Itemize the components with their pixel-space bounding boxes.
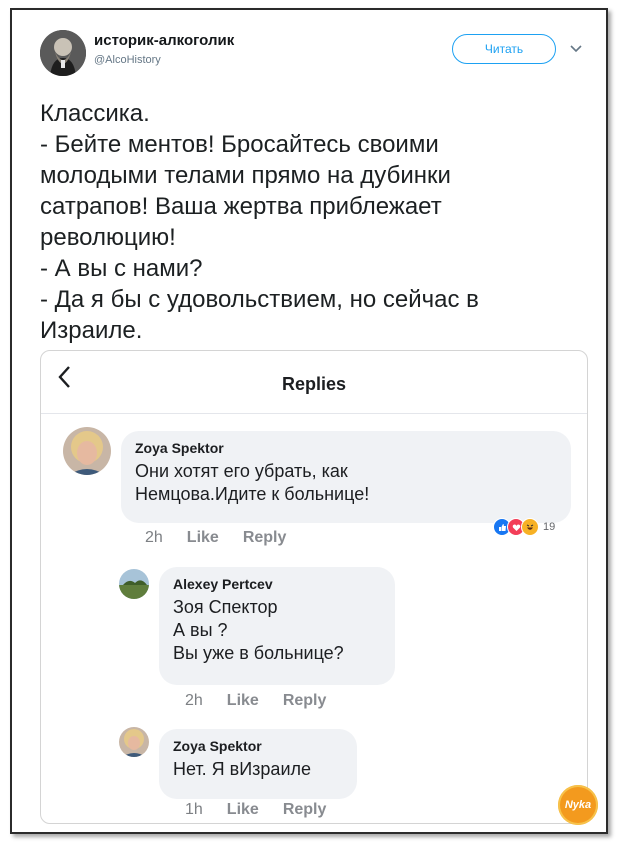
tweet-line: - А вы с нами? [40,255,203,282]
comment-text: Они хотят его убрать, как [135,461,348,481]
comment-text: Вы уже в больнице? [173,643,344,663]
commenter-avatar[interactable] [119,569,149,599]
tweet-line: Классика. [40,100,150,127]
watermark-logo: Nyka [558,785,598,825]
commenter-avatar[interactable] [119,727,149,757]
comment-actions: 1h Like Reply [185,801,326,819]
comment-time: 2h [145,529,163,546]
comment-actions: 2h Like Reply [185,692,326,710]
comment-text: Зоя Спектор [173,597,278,617]
author-handle[interactable]: @AlcoHistory [94,54,161,66]
replies-screenshot: Replies Zoya Spektor Они хотят его убрат… [40,350,588,824]
comment-author[interactable]: Zoya Spektor [135,440,557,456]
comment-time: 2h [185,692,203,709]
reactions-summary[interactable]: 19 [493,518,555,536]
comment-author[interactable]: Alexey Pertcev [173,576,381,592]
reaction-count: 19 [543,521,556,533]
tweet-line: молодыми телами прямо на дубинки [40,162,451,189]
tweet-line: - Да я бы с удовольствием, но сейчас в [40,286,479,313]
reply-button[interactable]: Reply [283,801,327,819]
tweet-card: историк-алкоголик @AlcoHistory Читать Кл… [10,8,608,834]
tweet-line: сатрапов! Ваша жертва приблежает [40,193,442,220]
commenter-avatar[interactable] [63,427,111,475]
follow-button[interactable]: Читать [452,34,556,64]
like-button[interactable]: Like [227,692,259,710]
replies-title: Replies [281,374,347,394]
comment-time: 1h [185,801,203,818]
comment-actions: 2h Like Reply [145,529,286,547]
like-button[interactable]: Like [187,529,219,547]
reply-button[interactable]: Reply [283,692,327,710]
tweet-line: - Бейте ментов! Бросайтесь своими [40,131,439,158]
haha-reaction-icon [521,518,539,536]
like-button[interactable]: Like [227,801,259,819]
author-avatar[interactable] [40,30,86,76]
comment-text: А вы ? [173,620,228,640]
comment-author[interactable]: Zoya Spektor [173,738,343,754]
replies-header: Replies [41,351,587,414]
comment-bubble: Alexey Pertcev Зоя Спектор А вы ? Вы уже… [159,567,395,685]
tweet-text: Классика. - Бейте ментов! Бросайтесь сво… [40,98,600,346]
author-name[interactable]: историк-алкоголик [94,32,234,49]
comment-bubble: Zoya Spektor Нет. Я вИзраиле [159,729,357,799]
tweet-line: революцию! [40,224,176,251]
comment-text: Немцова.Идите к больнице! [135,484,370,504]
chevron-down-icon[interactable] [570,40,582,56]
tweet-line: Израиле. [40,317,143,344]
comment-bubble: Zoya Spektor Они хотят его убрать, как Н… [121,431,571,523]
reply-button[interactable]: Reply [243,529,287,547]
comment-text: Нет. Я вИзраиле [173,759,312,779]
